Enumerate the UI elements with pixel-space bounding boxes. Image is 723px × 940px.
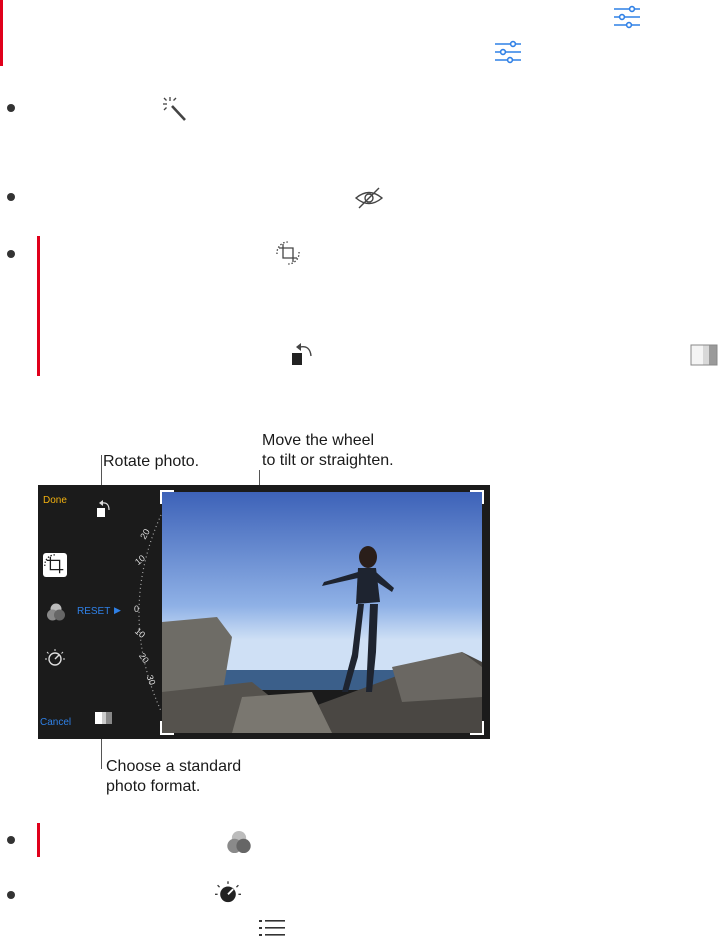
crop-rotate-icon (44, 554, 64, 574)
change-bar-crop (37, 236, 40, 376)
filters-icon (227, 830, 251, 854)
photo-image (162, 492, 482, 733)
photo-editor: Done Cancel RESET ▶ 20 10 0 10 20 30 (38, 485, 490, 739)
red-eye-icon (354, 187, 384, 209)
aspect-ratio-icon (690, 344, 718, 366)
crop-corner-top-right[interactable] (470, 490, 484, 504)
crop-corner-top-left[interactable] (160, 490, 174, 504)
magic-wand-icon (163, 97, 186, 121)
light-dial-icon[interactable] (45, 648, 65, 668)
bullet-filters (7, 836, 15, 844)
done-button[interactable]: Done (43, 495, 67, 506)
light-dial-icon (215, 881, 241, 903)
crop-tool-button[interactable] (43, 553, 67, 577)
sliders-icon (614, 5, 640, 29)
bullet-redeye (7, 193, 15, 201)
sliders-icon (495, 40, 521, 64)
crop-corner-bottom-left[interactable] (160, 721, 174, 735)
cancel-button[interactable]: Cancel (40, 717, 71, 728)
annotation-format-1: Choose a standard (106, 758, 242, 775)
crop-rotate-icon (276, 241, 300, 265)
change-bar-filters (37, 823, 40, 857)
aspect-ratio-icon[interactable] (95, 711, 113, 725)
bullet-crop (7, 250, 15, 258)
bullet-light (7, 891, 15, 899)
annotation-wheel-2: to tilt or straighten. (262, 452, 394, 469)
reset-button[interactable]: RESET (77, 606, 110, 617)
change-bar-top (0, 0, 3, 66)
filters-icon[interactable] (46, 602, 66, 622)
rotate-left-icon (292, 343, 312, 365)
photo-preview[interactable] (162, 492, 482, 733)
wheel-tick-label: 0 (134, 604, 140, 614)
annotation-wheel-1: Move the wheel (262, 432, 375, 449)
list-icon (259, 920, 285, 936)
bullet-enhance (7, 104, 15, 112)
annotation-rotate: Rotate photo. (103, 453, 200, 470)
rotate-left-icon[interactable] (95, 498, 113, 518)
crop-corner-bottom-right[interactable] (470, 721, 484, 735)
reset-arrow: ▶ (114, 605, 121, 615)
annotation-format-2: photo format. (106, 778, 201, 795)
